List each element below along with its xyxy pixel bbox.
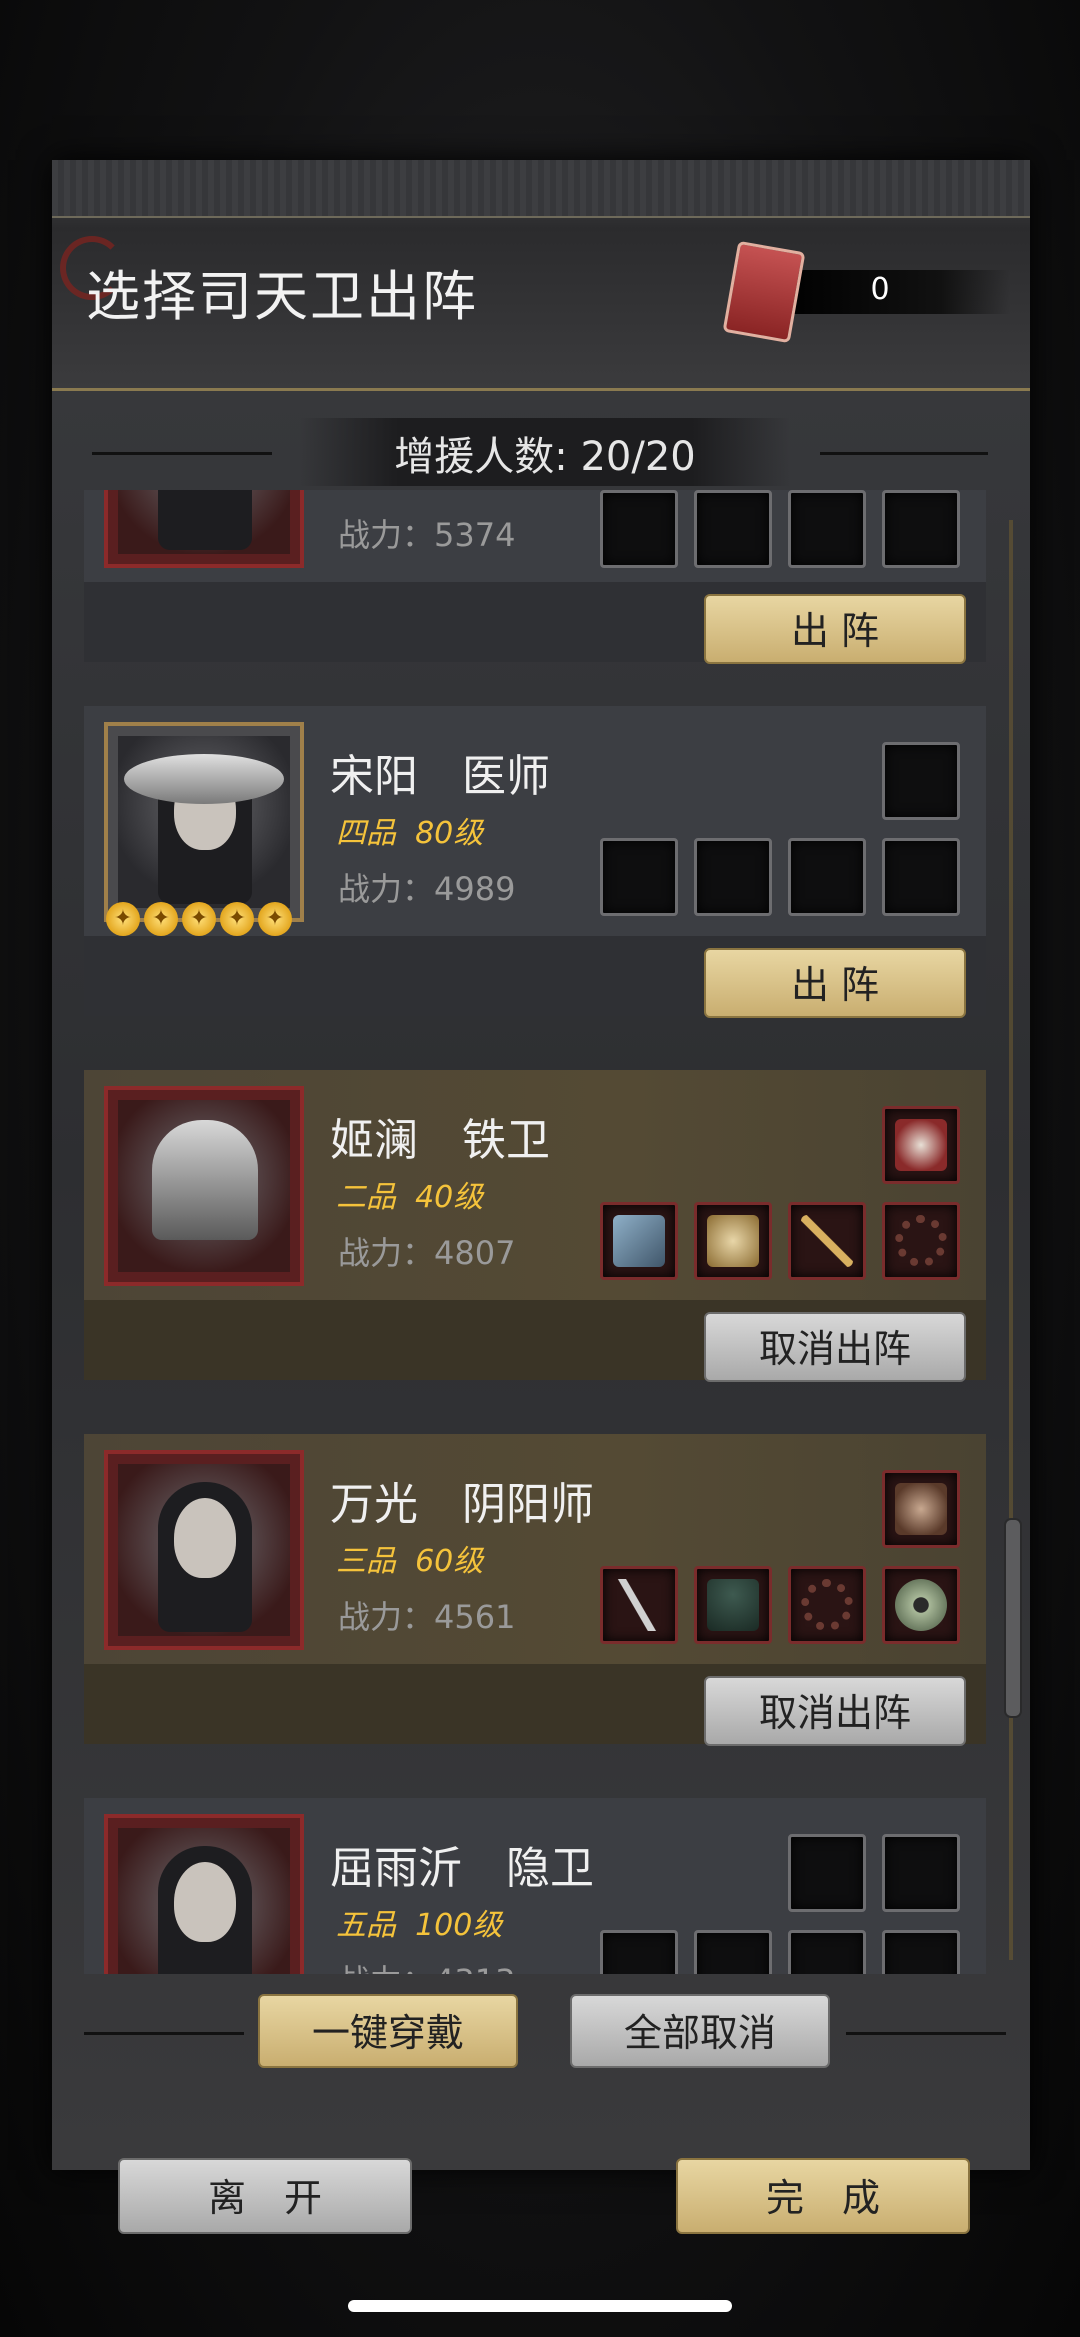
mount-goat-icon <box>895 1119 947 1171</box>
equipment-slot[interactable] <box>882 838 960 916</box>
scrollbar[interactable] <box>1004 1518 1022 1718</box>
equipment-slot[interactable] <box>694 1202 772 1280</box>
guard-name: 宋阳 医师 <box>330 751 550 802</box>
equipment-slot[interactable] <box>600 1930 678 1974</box>
equipment-slot[interactable] <box>788 490 866 568</box>
prayer-beads-icon <box>801 1579 853 1631</box>
deploy-button[interactable]: 出 阵 <box>704 948 966 1018</box>
star-icon: ✦ <box>144 902 178 936</box>
token-count: 0 <box>870 272 890 307</box>
mount-slot[interactable] <box>882 742 960 820</box>
combat-power: 战力：5374 <box>338 516 516 554</box>
mount-slot[interactable] <box>882 1106 960 1184</box>
avatar <box>104 1086 304 1286</box>
avatar <box>104 1450 304 1650</box>
equipment-slot[interactable] <box>788 1202 866 1280</box>
mount-slot[interactable] <box>882 1470 960 1548</box>
scroll-track <box>1009 520 1013 1960</box>
guard-card[interactable]: ✦ ✦ ✦ ✦ ✦ 宋阳 医师 四品 80级 战力：4989 出 阵 <box>84 706 986 1018</box>
equipment-slot[interactable] <box>600 838 678 916</box>
combat-power: 战力：4807 <box>338 1234 516 1272</box>
mount-slot[interactable] <box>788 1834 866 1912</box>
divider-left <box>84 2032 244 2035</box>
guard-card[interactable]: 万光 阴阳师 三品 60级 战力：4561 取消出阵 <box>84 1434 986 1746</box>
reinforce-count: 增援人数: 20/20 <box>394 434 696 480</box>
jade-disc-icon <box>895 1579 947 1631</box>
equipment-slot[interactable] <box>694 1566 772 1644</box>
combat-power: 战力：4561 <box>338 1598 516 1636</box>
staff-icon <box>801 1215 853 1267</box>
star-rating: ✦ ✦ ✦ ✦ ✦ <box>106 902 296 936</box>
cloak-icon <box>707 1579 759 1631</box>
cancel-deploy-button[interactable]: 取消出阵 <box>704 1676 966 1746</box>
page-title: 选择司天卫出阵 <box>86 265 478 328</box>
guard-rank-level: 五品 100级 <box>336 1908 503 1943</box>
equipment-slot[interactable] <box>694 838 772 916</box>
equipment-slot[interactable] <box>788 838 866 916</box>
guard-name: 姬澜 铁卫 <box>330 1115 550 1166</box>
equipment-slot[interactable] <box>882 1202 960 1280</box>
mount-rabbit-icon <box>895 1483 947 1535</box>
divider-right <box>820 452 988 455</box>
mount-slot[interactable] <box>882 1834 960 1912</box>
guard-card[interactable]: 姬澜 铁卫 二品 40级 战力：4807 取消出阵 <box>84 1070 986 1382</box>
blade-icon <box>613 1579 665 1631</box>
home-indicator[interactable] <box>348 2300 732 2312</box>
combat-power: 战力：4989 <box>338 870 516 908</box>
equipment-slot[interactable] <box>600 1202 678 1280</box>
equipment-slot[interactable] <box>694 1930 772 1974</box>
equipment-slot[interactable] <box>600 490 678 568</box>
avatar <box>104 1814 304 1974</box>
equipment-slot[interactable] <box>882 1930 960 1974</box>
guard-name: 万光 阴阳师 <box>330 1479 594 1530</box>
prayer-beads-icon <box>895 1215 947 1267</box>
guard-list[interactable]: 战力：5374 出 阵 ✦ ✦ ✦ ✦ ✦ 宋阳 医师 四品 80级 战力：4989 出… <box>84 490 986 1974</box>
equipment-slot[interactable] <box>788 1566 866 1644</box>
equipment-slot[interactable] <box>882 490 960 568</box>
header-ornament <box>52 160 1030 218</box>
avatar <box>104 490 304 568</box>
guard-rank-level: 二品 40级 <box>336 1180 484 1215</box>
divider-right <box>846 2032 1006 2035</box>
equipment-slot[interactable] <box>788 1930 866 1974</box>
divider-left <box>92 452 272 455</box>
star-icon: ✦ <box>106 902 140 936</box>
guard-card[interactable]: 屈雨沂 隐卫 五品 100级 战力：4313 <box>84 1798 986 1974</box>
armor-icon <box>707 1215 759 1267</box>
guard-card[interactable]: 战力：5374 出 阵 <box>84 490 986 664</box>
star-icon: ✦ <box>258 902 292 936</box>
deploy-button[interactable]: 出 阵 <box>704 594 966 664</box>
equipment-slot[interactable] <box>600 1566 678 1644</box>
cancel-all-button[interactable]: 全部取消 <box>570 1994 830 2068</box>
auto-equip-button[interactable]: 一键穿戴 <box>258 1994 518 2068</box>
avatar <box>104 722 304 922</box>
star-icon: ✦ <box>182 902 216 936</box>
guard-rank-level: 四品 80级 <box>336 816 484 851</box>
guard-name: 屈雨沂 隐卫 <box>330 1843 594 1894</box>
hammer-icon <box>613 1215 665 1267</box>
done-button[interactable]: 完 成 <box>676 2158 970 2234</box>
leave-button[interactable]: 离 开 <box>118 2158 412 2234</box>
cancel-deploy-button[interactable]: 取消出阵 <box>704 1312 966 1382</box>
equipment-slot[interactable] <box>882 1566 960 1644</box>
equipment-slot[interactable] <box>694 490 772 568</box>
combat-power: 战力：4313 <box>338 1956 515 1974</box>
star-icon: ✦ <box>220 902 254 936</box>
guard-rank-level: 三品 60级 <box>336 1544 484 1579</box>
